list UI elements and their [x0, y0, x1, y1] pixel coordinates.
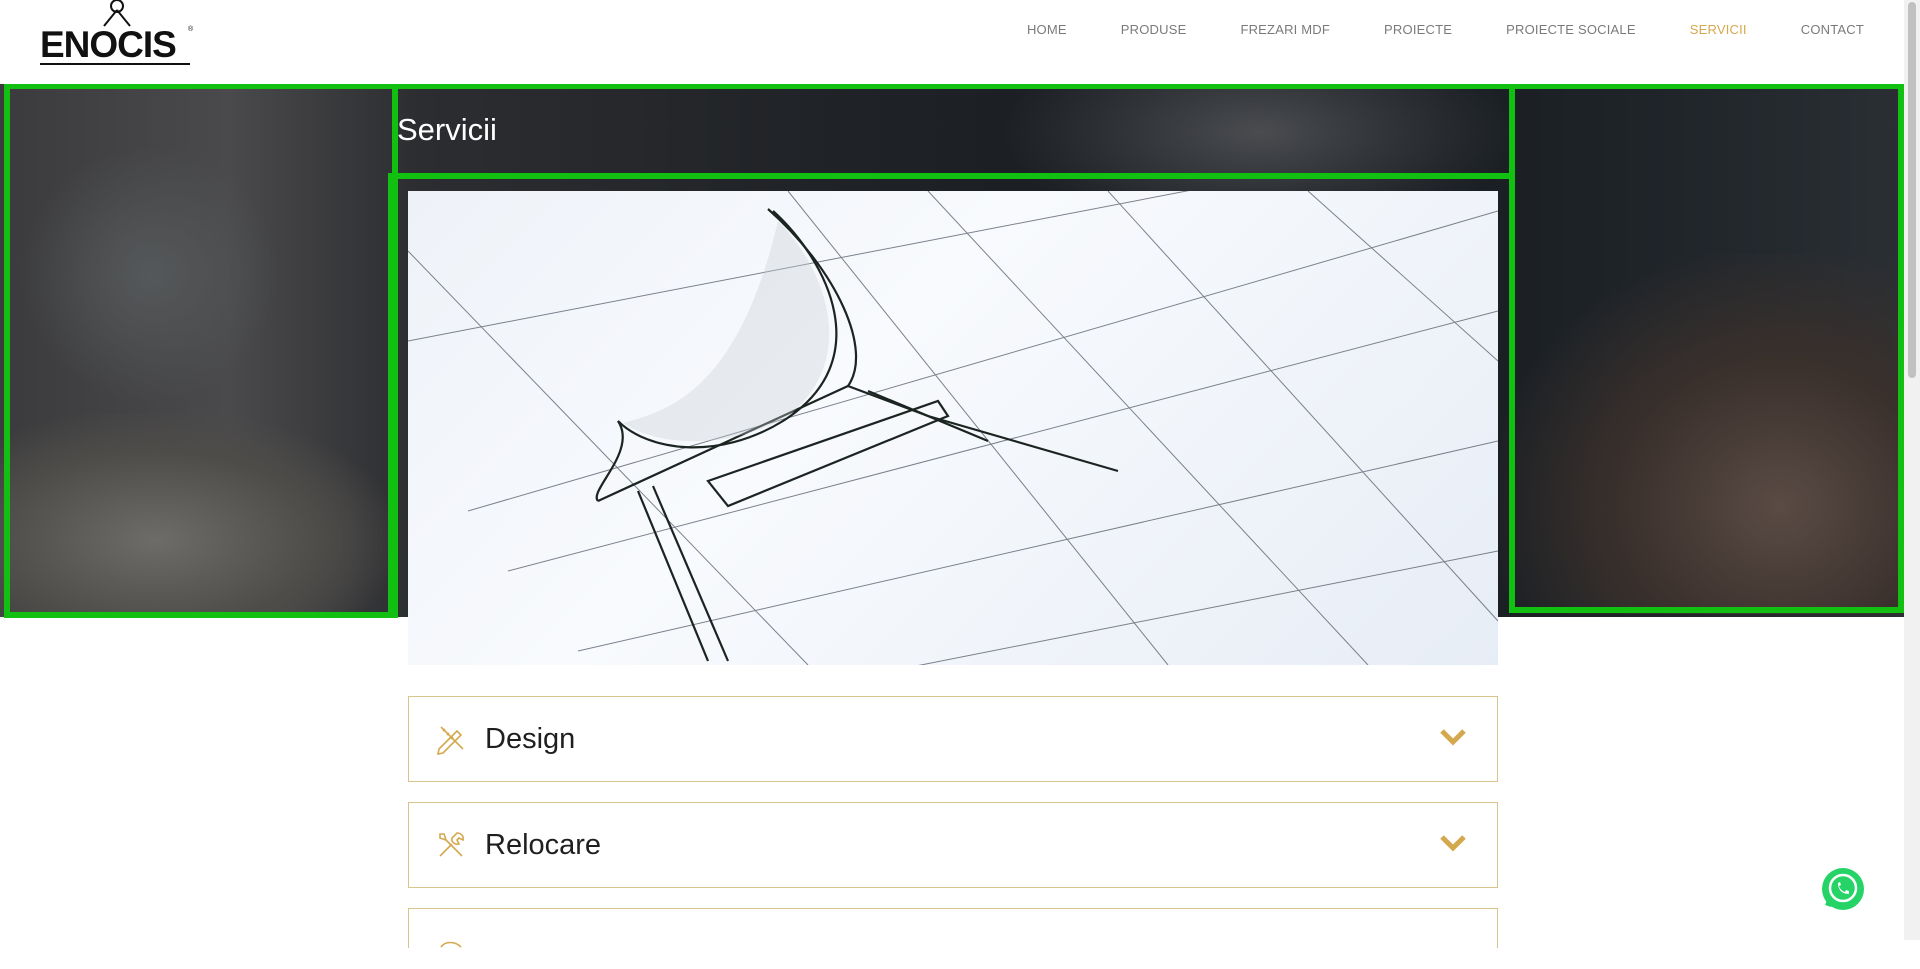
- logo-underline: [40, 63, 190, 65]
- scrollbar[interactable]: [1904, 0, 1920, 940]
- highlight-frame-right: [1509, 83, 1904, 613]
- chevron-down-icon[interactable]: [1439, 727, 1467, 747]
- accordion-label: Relocare: [485, 828, 602, 861]
- sketch-image: [408, 191, 1498, 665]
- scrollbar-thumb[interactable]: [1908, 2, 1916, 378]
- logo-text: ENOCIS: [40, 24, 177, 65]
- nav-proiecte[interactable]: PROIECTE: [1384, 22, 1452, 37]
- nav-contact[interactable]: CONTACT: [1801, 22, 1864, 37]
- pencil-ruler-icon: [436, 726, 464, 755]
- accordion-label: Design: [485, 722, 576, 755]
- main-nav: HOME PRODUSE FREZARI MDF PROIECTE PROIEC…: [973, 22, 1864, 37]
- site-header: ENOCIS ® HOME PRODUSE FREZARI MDF PROIEC…: [0, 0, 1904, 84]
- nav-servicii[interactable]: SERVICII: [1690, 22, 1747, 37]
- registered-mark: ®: [188, 26, 194, 33]
- whatsapp-icon[interactable]: [1820, 866, 1866, 912]
- accordion-relocare[interactable]: Relocare: [408, 802, 1498, 888]
- tools-icon: [439, 832, 464, 857]
- nav-frezari-mdf[interactable]: FREZARI MDF: [1240, 22, 1330, 37]
- nav-proiecte-sociale[interactable]: PROIECTE SOCIALE: [1506, 22, 1636, 37]
- page-title: Servicii: [397, 112, 497, 147]
- partial-icon: [440, 941, 462, 948]
- chevron-down-icon[interactable]: [1439, 833, 1467, 853]
- highlight-frame-left: [4, 83, 398, 618]
- logo[interactable]: ENOCIS ®: [38, 0, 193, 68]
- accordion-design[interactable]: Design: [408, 696, 1498, 782]
- nav-home[interactable]: HOME: [1027, 22, 1067, 37]
- accordion-third[interactable]: [408, 908, 1498, 948]
- nav-produse[interactable]: PRODUSE: [1121, 22, 1187, 37]
